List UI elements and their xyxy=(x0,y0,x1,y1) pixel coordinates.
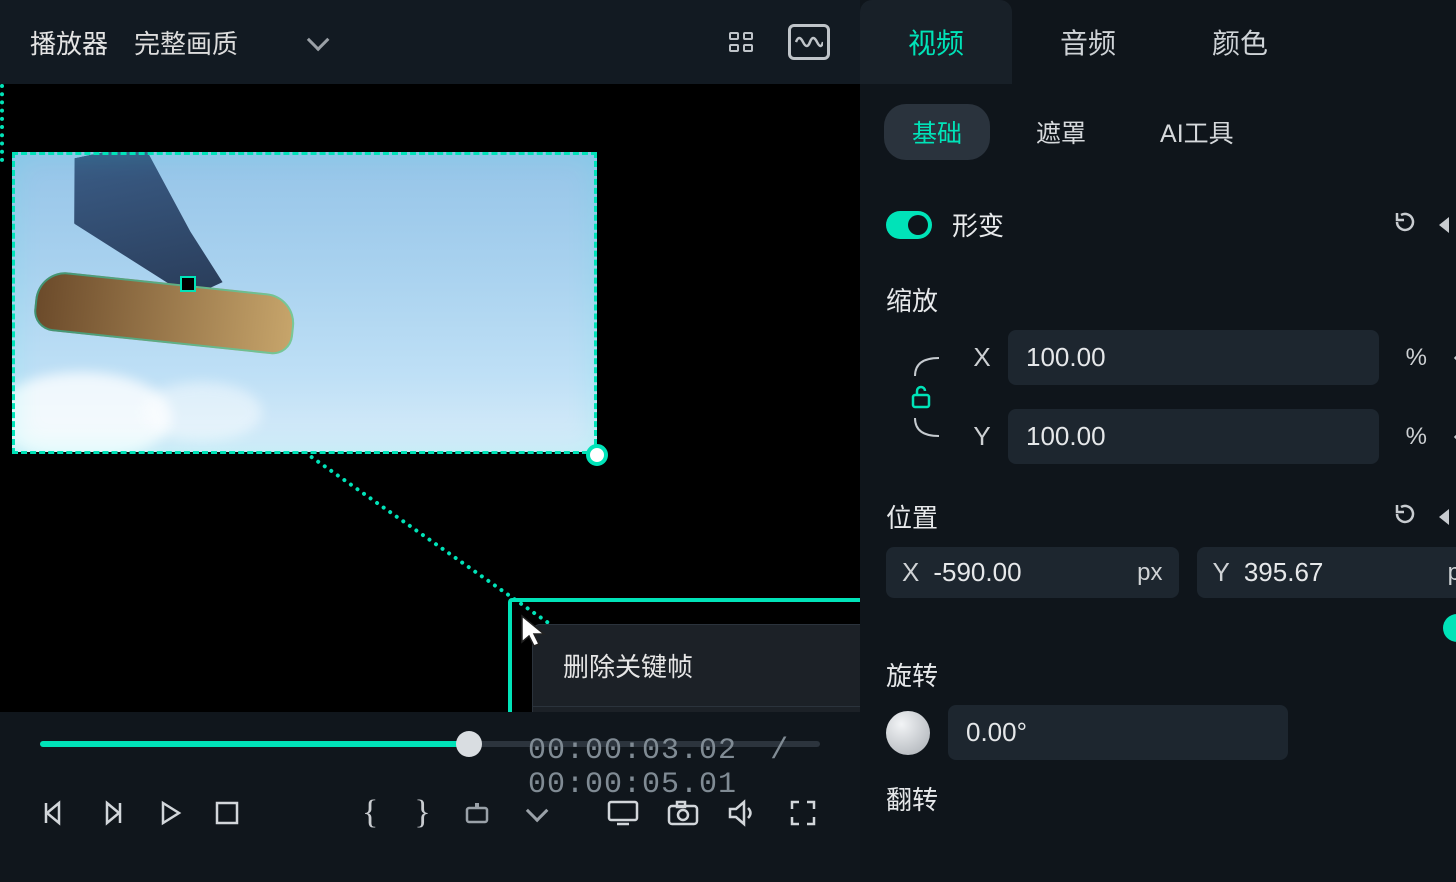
inspector-panel: 视频 音频 颜色 基础 遮罩 AI工具 形变 xyxy=(860,0,1456,882)
grid-view-icon[interactable] xyxy=(720,24,762,60)
position-label: 位置 xyxy=(886,498,938,535)
subtab-ai-tools[interactable]: AI工具 xyxy=(1132,104,1262,160)
transform-label: 形变 xyxy=(952,206,1004,243)
position-y-input[interactable]: Y 395.67 px xyxy=(1197,547,1456,598)
scale-x-input[interactable] xyxy=(1008,330,1379,385)
axis-y-label: Y xyxy=(970,421,994,452)
position-x-input[interactable]: X -590.00 px xyxy=(886,547,1179,598)
step-forward-icon[interactable] xyxy=(98,796,126,830)
seek-bar[interactable]: 00:00:03.02 / 00:00:05.01 xyxy=(40,730,820,758)
quality-select[interactable]: 完整画质 xyxy=(134,24,324,61)
tab-audio[interactable]: 音频 xyxy=(1012,0,1164,84)
reset-icon[interactable] xyxy=(1391,500,1419,534)
inspector-tabs: 视频 音频 颜色 xyxy=(860,0,1456,84)
time-current: 00:00:03.02 xyxy=(528,734,737,768)
selection-guide-vertical xyxy=(0,84,4,162)
step-back-icon[interactable] xyxy=(40,796,68,830)
flip-label: 翻转 xyxy=(886,760,1456,817)
blend-row xyxy=(886,610,1456,646)
seek-fill xyxy=(40,741,477,747)
inspector-subtabs: 基础 遮罩 AI工具 xyxy=(860,84,1456,180)
selection-handle[interactable] xyxy=(180,276,196,292)
prev-keyframe-icon[interactable] xyxy=(1439,509,1449,525)
player-panel: 播放器 完整画质 xyxy=(0,0,860,882)
ctx-keyframe-type[interactable]: 关键帧类型 xyxy=(533,706,860,712)
lock-icon[interactable] xyxy=(909,384,933,410)
scale-unit: % xyxy=(1393,423,1433,451)
player-bottom-bar: 00:00:03.02 / 00:00:05.01 xyxy=(0,712,860,882)
scale-controls: X % Y % xyxy=(886,330,1456,464)
scale-label: 缩放 xyxy=(886,257,1456,330)
subtab-mask[interactable]: 遮罩 xyxy=(1008,104,1114,160)
transform-toggle[interactable] xyxy=(886,211,932,239)
player-header: 播放器 完整画质 xyxy=(0,0,860,84)
subtab-basic[interactable]: 基础 xyxy=(884,104,990,160)
preview-viewport[interactable]: 删除关键帧 关键帧类型 xyxy=(0,84,860,712)
rotation-knob[interactable] xyxy=(886,711,930,755)
prev-keyframe-icon[interactable] xyxy=(1439,217,1449,233)
scale-y-input[interactable] xyxy=(1008,409,1379,464)
reset-icon[interactable] xyxy=(1391,208,1419,242)
video-frame xyxy=(12,152,597,452)
waveform-icon[interactable] xyxy=(788,24,830,60)
chevron-down-icon xyxy=(307,29,330,52)
ctx-delete-keyframe[interactable]: 删除关键帧 xyxy=(533,625,860,706)
rotation-controls xyxy=(886,693,1456,760)
blend-toggle[interactable] xyxy=(1443,614,1456,642)
quality-value: 完整画质 xyxy=(134,24,238,61)
axis-x-label: X xyxy=(970,342,994,373)
mark-in-icon[interactable]: { xyxy=(359,796,381,830)
player-title: 播放器 xyxy=(30,24,108,61)
rotation-input[interactable] xyxy=(948,705,1288,760)
tab-video[interactable]: 视频 xyxy=(860,0,1012,84)
seek-knob[interactable] xyxy=(456,731,482,757)
time-total: 00:00:05.01 xyxy=(528,768,737,802)
context-menu: 删除关键帧 关键帧类型 xyxy=(532,624,860,712)
section-transform: 形变 缩放 X % xyxy=(860,180,1456,817)
tab-color[interactable]: 颜色 xyxy=(1164,0,1316,84)
stop-icon[interactable] xyxy=(214,796,240,830)
position-controls: X -590.00 px Y 395.67 px xyxy=(886,535,1456,610)
loop-icon[interactable] xyxy=(464,796,494,830)
corner-handle[interactable] xyxy=(586,444,608,466)
mark-out-icon[interactable]: } xyxy=(411,796,433,830)
timecode: 00:00:03.02 / 00:00:05.01 xyxy=(528,734,820,802)
scale-unit: % xyxy=(1393,344,1433,372)
ctx-item-label: 删除关键帧 xyxy=(563,647,693,684)
rotation-label: 旋转 xyxy=(886,656,938,693)
play-icon[interactable] xyxy=(156,796,184,830)
